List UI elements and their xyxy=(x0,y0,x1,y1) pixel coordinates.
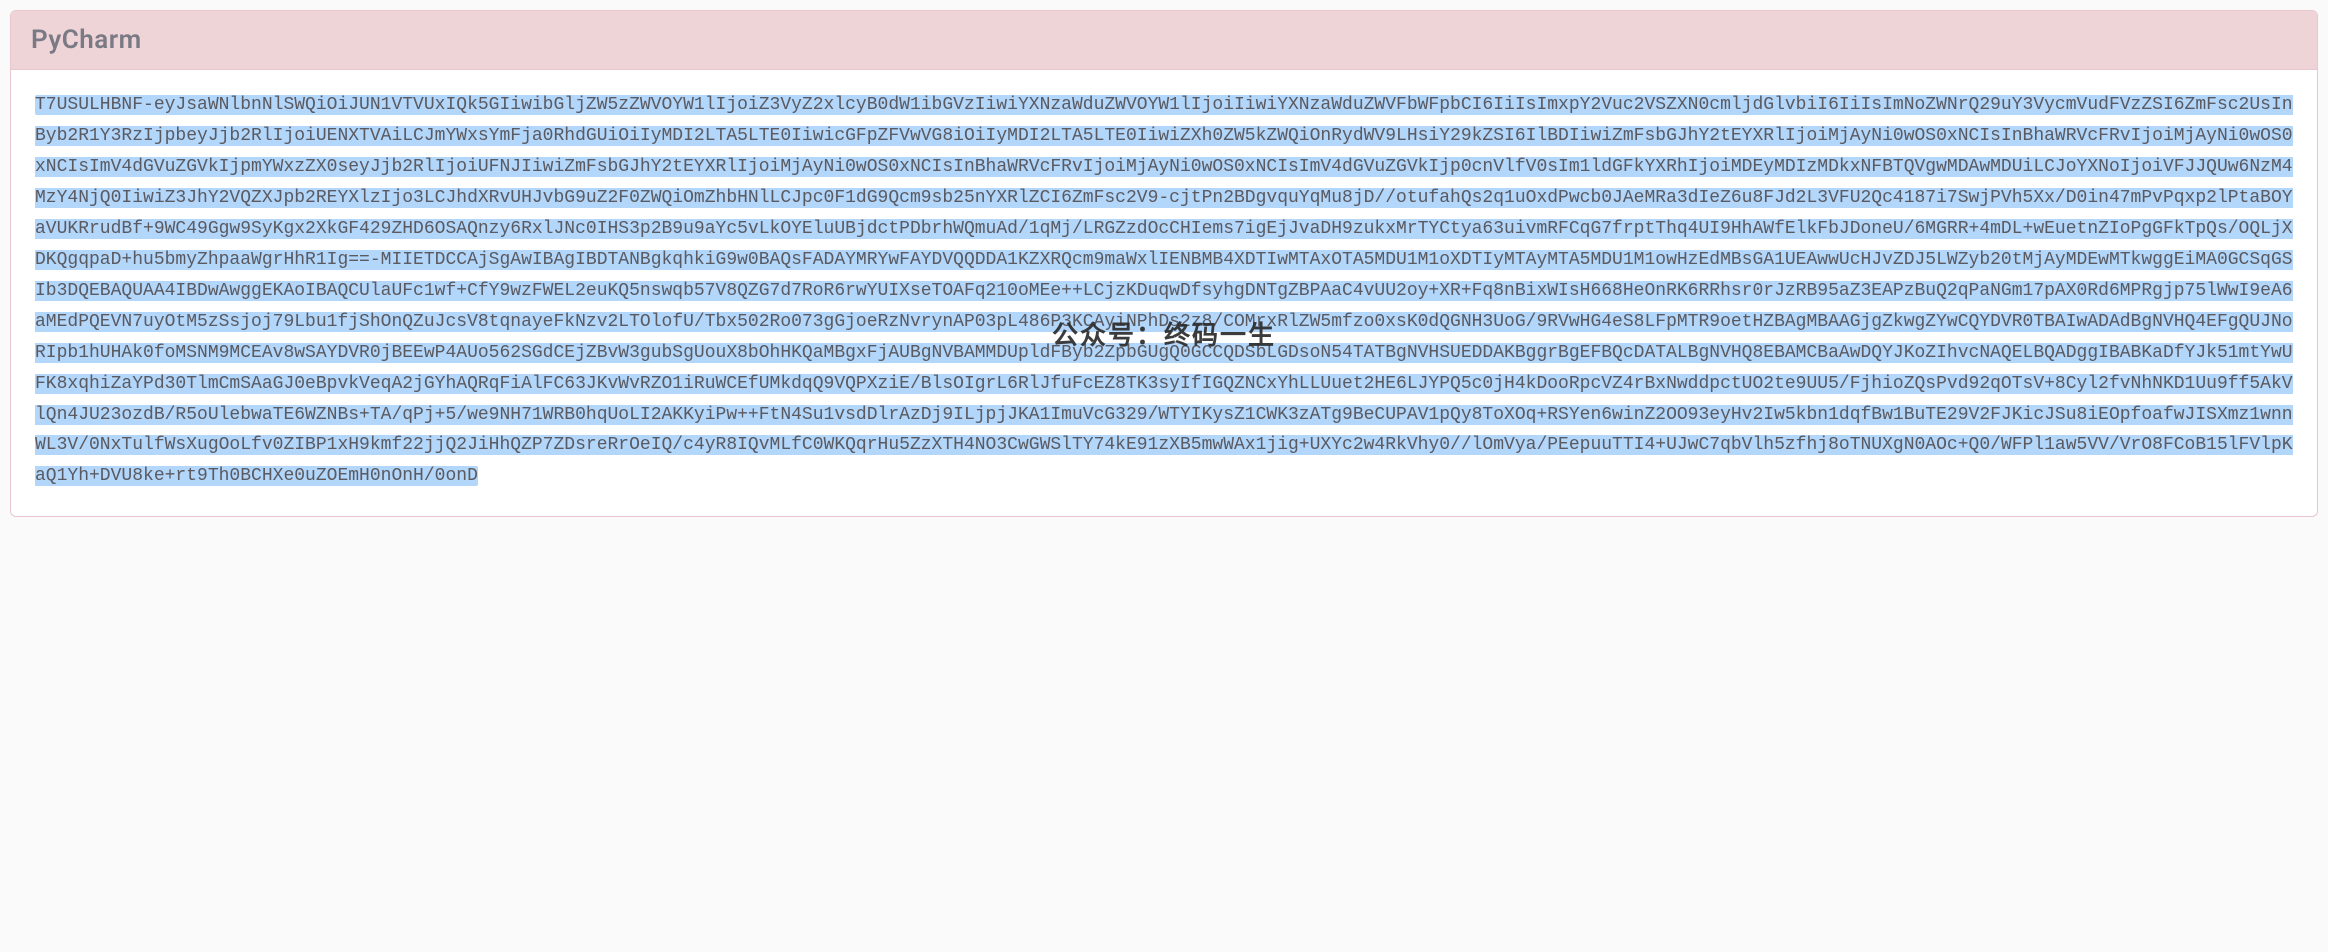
license-code[interactable]: T7USULHBNF-eyJsaWNlbnNlSWQiOiJUN1VTVUxIQ… xyxy=(35,95,2293,486)
content-wrapper: PyCharm T7USULHBNF-eyJsaWNlbnNlSWQiOiJUN… xyxy=(10,10,2318,517)
license-card: PyCharm T7USULHBNF-eyJsaWNlbnNlSWQiOiJUN… xyxy=(10,10,2318,517)
card-body: T7USULHBNF-eyJsaWNlbnNlSWQiOiJUN1VTVUxIQ… xyxy=(11,70,2317,516)
card-title: PyCharm xyxy=(31,25,2297,55)
card-header: PyCharm xyxy=(11,11,2317,70)
